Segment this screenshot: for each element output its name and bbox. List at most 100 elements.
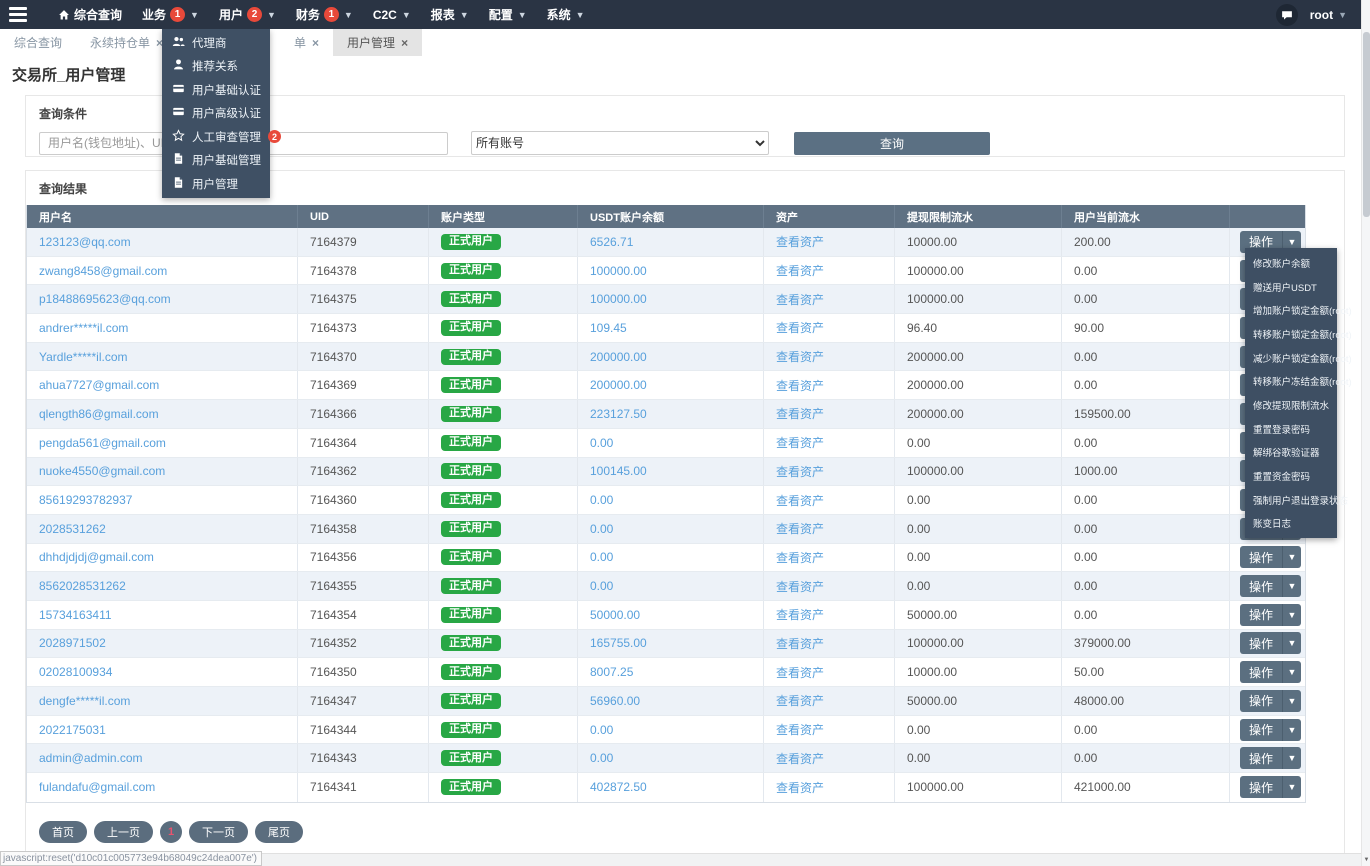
menu-item-代理商[interactable]: 代理商 [162, 31, 270, 55]
view-assets-link[interactable]: 查看资产 [776, 319, 824, 336]
action-menu-item-账变日志[interactable]: 账变日志 [1245, 512, 1337, 536]
action-button[interactable]: 操作 [1240, 661, 1282, 684]
scrollbar-thumb[interactable] [1363, 32, 1370, 217]
username-link[interactable]: nuoke4550@gmail.com [39, 464, 165, 478]
view-assets-link[interactable]: 查看资产 [776, 721, 824, 738]
username-link[interactable]: pengda561@gmail.com [39, 436, 166, 450]
balance-link[interactable]: 56960.00 [590, 694, 640, 708]
menu-item-用户管理[interactable]: 用户管理 [162, 172, 270, 196]
last-page-button[interactable]: 尾页 [255, 820, 303, 843]
balance-link[interactable]: 0.00 [590, 550, 613, 564]
action-button[interactable]: 操作 [1240, 575, 1282, 598]
username-link[interactable]: 123123@qq.com [39, 235, 131, 249]
balance-link[interactable]: 6526.71 [590, 235, 633, 249]
balance-link[interactable]: 0.00 [590, 436, 613, 450]
username-link[interactable]: p18488695623@qq.com [39, 292, 171, 306]
action-button[interactable]: 操作 [1240, 632, 1282, 655]
username-link[interactable]: ahua7727@gmail.com [39, 378, 159, 392]
nav-item-配置[interactable]: 配置 ▼ [479, 0, 537, 29]
view-assets-link[interactable]: 查看资产 [776, 692, 824, 709]
nav-item-业务[interactable]: 业务 1 ▼ [132, 0, 209, 29]
action-caret-button[interactable]: ▼ [1282, 689, 1301, 712]
vertical-scrollbar[interactable]: ▼ [1361, 0, 1370, 866]
hamburger-menu-icon[interactable] [0, 0, 36, 29]
balance-link[interactable]: 0.00 [590, 751, 613, 765]
balance-link[interactable]: 109.45 [590, 321, 627, 335]
next-page-button[interactable]: 下一页 [189, 820, 248, 843]
action-caret-button[interactable]: ▼ [1282, 661, 1301, 684]
username-link[interactable]: admin@admin.com [39, 751, 143, 765]
view-assets-link[interactable]: 查看资产 [776, 348, 824, 365]
view-assets-link[interactable]: 查看资产 [776, 606, 824, 623]
prev-page-button[interactable]: 上一页 [94, 820, 153, 843]
account-type-select[interactable]: 所有账号 [471, 131, 769, 155]
view-assets-link[interactable]: 查看资产 [776, 262, 824, 279]
tab-综合查询[interactable]: 综合查询 [0, 29, 76, 56]
view-assets-link[interactable]: 查看资产 [776, 492, 824, 509]
nav-item-系统[interactable]: 系统 ▼ [537, 0, 595, 29]
username-link[interactable]: 15734163411 [39, 608, 112, 622]
nav-item-用户[interactable]: 用户 2 ▼ [209, 0, 286, 29]
view-assets-link[interactable]: 查看资产 [776, 549, 824, 566]
menu-item-用户高级认证[interactable]: 用户高级认证 [162, 102, 270, 126]
first-page-button[interactable]: 首页 [39, 820, 87, 843]
action-menu-item-强制用户退出登录状态[interactable]: 强制用户退出登录状态 [1245, 488, 1348, 512]
view-assets-link[interactable]: 查看资产 [776, 291, 824, 308]
close-icon[interactable]: × [401, 36, 408, 50]
action-button[interactable]: 操作 [1240, 689, 1282, 712]
search-button[interactable]: 查询 [794, 131, 990, 155]
balance-link[interactable]: 8007.25 [590, 665, 633, 679]
balance-link[interactable]: 0.00 [590, 579, 613, 593]
tab-单[interactable]: 单 × [281, 29, 333, 56]
action-caret-button[interactable]: ▼ [1282, 575, 1301, 598]
view-assets-link[interactable]: 查看资产 [776, 405, 824, 422]
close-icon[interactable]: × [312, 36, 319, 50]
view-assets-link[interactable]: 查看资产 [776, 664, 824, 681]
action-menu-item-转移账户冻结金额(root)[interactable]: 转移账户冻结金额(root) [1245, 369, 1352, 393]
username-link[interactable]: qlength86@gmail.com [39, 407, 159, 421]
action-menu-item-解绑谷歌验证器[interactable]: 解绑谷歌验证器 [1245, 441, 1337, 465]
view-assets-link[interactable]: 查看资产 [776, 779, 824, 796]
balance-link[interactable]: 100000.00 [590, 292, 647, 306]
balance-link[interactable]: 223127.50 [590, 407, 647, 421]
view-assets-link[interactable]: 查看资产 [776, 635, 824, 652]
view-assets-link[interactable]: 查看资产 [776, 463, 824, 480]
action-menu-item-减少账户锁定金额(root)[interactable]: 减少账户锁定金额(root) [1245, 346, 1352, 370]
balance-link[interactable]: 402872.50 [590, 780, 647, 794]
view-assets-link[interactable]: 查看资产 [776, 750, 824, 767]
menu-item-推荐关系[interactable]: 推荐关系 [162, 55, 270, 79]
balance-link[interactable]: 50000.00 [590, 608, 640, 622]
nav-item-home[interactable]: 综合查询 [48, 0, 132, 29]
current-page-button[interactable]: 1 [160, 820, 182, 843]
action-button[interactable]: 操作 [1240, 546, 1282, 569]
action-menu-item-修改账户余额[interactable]: 修改账户余额 [1245, 251, 1337, 275]
menu-item-用户基础认证[interactable]: 用户基础认证 [162, 78, 270, 102]
username-link[interactable]: 85619293782937 [39, 493, 132, 507]
username-link[interactable]: dhhdjdjdj@gmail.com [39, 550, 154, 564]
menu-item-人工审查管理[interactable]: 人工审查管理 2 [162, 125, 281, 149]
username-link[interactable]: dengfe*****il.com [39, 694, 130, 708]
username-link[interactable]: 8562028531262 [39, 579, 126, 593]
action-button[interactable]: 操作 [1240, 776, 1282, 799]
action-menu-item-赠送用户USDT[interactable]: 赠送用户USDT [1245, 275, 1337, 299]
action-menu-item-修改提现限制流水[interactable]: 修改提现限制流水 [1245, 393, 1337, 417]
balance-link[interactable]: 100145.00 [590, 464, 647, 478]
tab-用户管理[interactable]: 用户管理 × [333, 29, 423, 56]
username-link[interactable]: fulandafu@gmail.com [39, 780, 155, 794]
username-link[interactable]: andrer*****il.com [39, 321, 128, 335]
menu-item-用户基础管理[interactable]: 用户基础管理 [162, 149, 270, 173]
action-caret-button[interactable]: ▼ [1282, 776, 1301, 799]
nav-item-报表[interactable]: 报表 ▼ [421, 0, 479, 29]
scrollbar-down-arrow-icon[interactable]: ▼ [1362, 853, 1370, 866]
action-button[interactable]: 操作 [1240, 747, 1282, 770]
username-link[interactable]: Yardle*****il.com [39, 350, 127, 364]
balance-link[interactable]: 165755.00 [590, 636, 647, 650]
action-button[interactable]: 操作 [1240, 603, 1282, 626]
action-caret-button[interactable]: ▼ [1282, 747, 1301, 770]
nav-item-财务[interactable]: 财务 1 ▼ [286, 0, 363, 29]
user-account-menu[interactable]: root ▼ [1310, 8, 1347, 22]
nav-item-C2C[interactable]: C2C ▼ [363, 0, 421, 29]
balance-link[interactable]: 100000.00 [590, 264, 647, 278]
balance-link[interactable]: 0.00 [590, 522, 613, 536]
balance-link[interactable]: 200000.00 [590, 350, 647, 364]
